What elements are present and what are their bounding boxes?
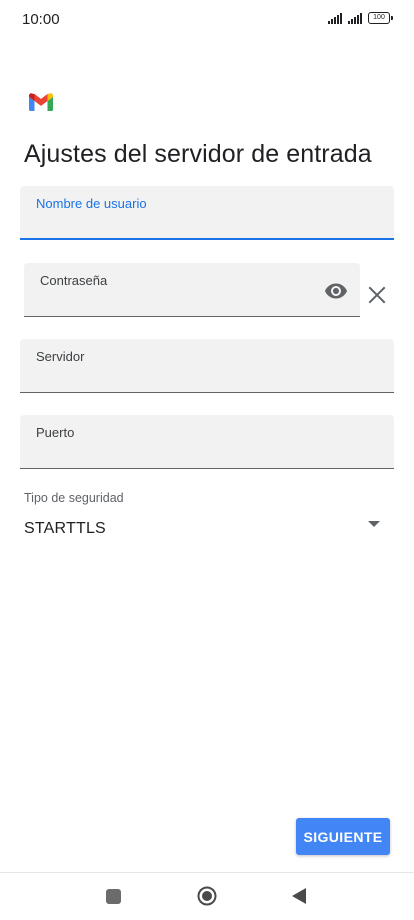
security-type-select[interactable]: STARTTLS [24,516,394,546]
server-field[interactable]: Servidor [20,339,394,393]
security-type-label: Tipo de seguridad [24,491,124,505]
back-triangle-icon[interactable] [291,887,307,905]
battery-icon: 100 [368,12,393,24]
gmail-logo-icon [29,93,53,111]
signal-icon [348,12,362,24]
navigation-bar [0,872,414,920]
server-label: Servidor [36,349,85,364]
close-icon[interactable] [368,286,386,304]
home-circle-icon[interactable] [197,886,217,906]
password-input[interactable] [40,288,312,310]
username-field[interactable]: Nombre de usuario [20,186,394,240]
password-field[interactable]: Contraseña [24,263,360,317]
port-field[interactable]: Puerto [20,415,394,469]
status-bar: 10:00 100 [0,0,414,40]
signal-icon [328,12,342,24]
server-input[interactable] [36,364,378,386]
eye-icon[interactable] [324,279,348,303]
next-button[interactable]: SIGUIENTE [296,818,390,855]
recents-square-icon[interactable] [106,889,121,904]
status-time: 10:00 [22,11,60,28]
security-type-value: STARTTLS [24,520,106,537]
port-input[interactable] [36,440,378,462]
username-label: Nombre de usuario [36,196,147,211]
port-label: Puerto [36,425,75,440]
dropdown-arrow-icon [368,521,380,527]
username-input[interactable] [36,210,378,232]
page-title: Ajustes del servidor de entrada [24,140,372,168]
password-label: Contraseña [40,273,108,288]
status-icons: 100 [328,12,393,24]
